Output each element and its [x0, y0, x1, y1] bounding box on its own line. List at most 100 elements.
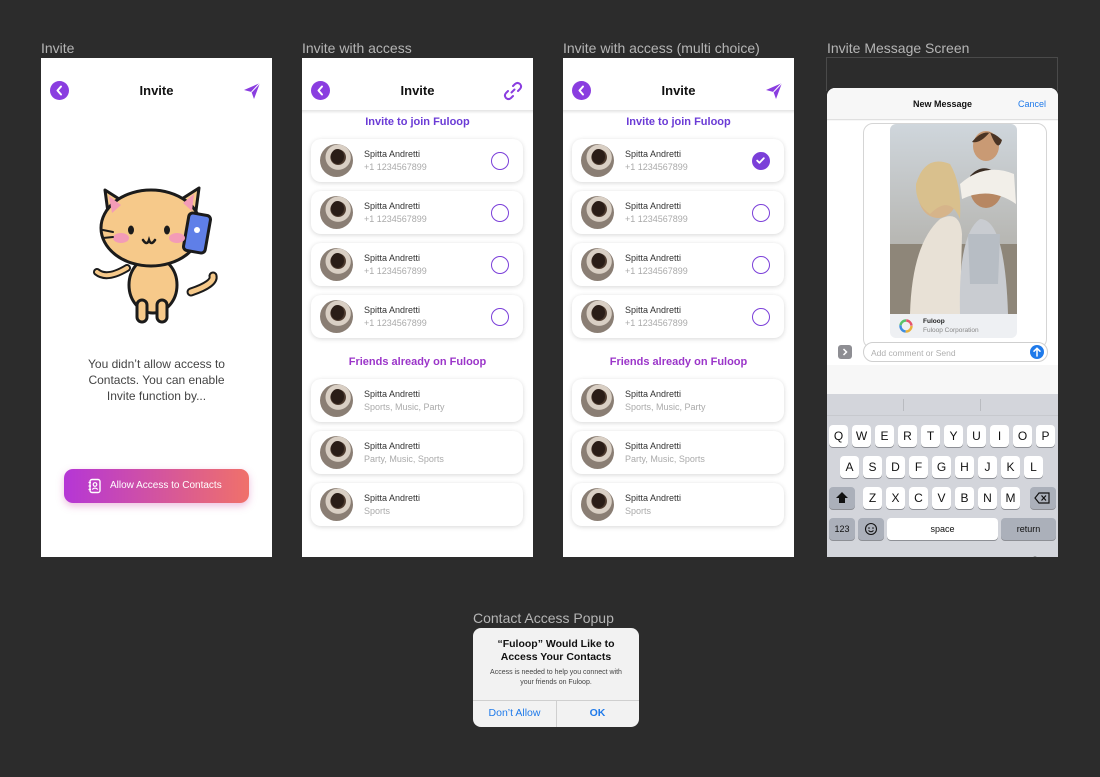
frame-label-invite: Invite [41, 40, 75, 56]
microphone-icon[interactable] [1028, 556, 1042, 557]
friend-card[interactable]: Spitta Andretti Sports [572, 483, 784, 526]
contact-name: Spitta Andretti [625, 149, 682, 159]
contact-card[interactable]: Spitta Andretti +1 1234567899 [572, 139, 784, 182]
friend-card[interactable]: Spitta Andretti Sports [311, 483, 523, 526]
comment-input-placeholder: Add comment or Send [871, 348, 956, 358]
globe-icon[interactable] [842, 556, 858, 557]
return-key[interactable]: return [1001, 518, 1056, 540]
key[interactable]: C [909, 487, 928, 509]
friend-name: Spitta Andretti [625, 441, 682, 451]
key[interactable]: R [898, 425, 917, 447]
key[interactable]: I [990, 425, 1009, 447]
friend-tags: Party, Music, Sports [364, 454, 444, 464]
key[interactable]: O [1013, 425, 1032, 447]
contact-card[interactable]: Spitta Andretti +1 1234567899 [311, 295, 523, 338]
friend-card[interactable]: Spitta Andretti Sports, Music, Party [572, 379, 784, 422]
key[interactable]: X [886, 487, 905, 509]
send-button[interactable] [242, 81, 262, 101]
key[interactable]: K [1001, 456, 1020, 478]
select-radio[interactable] [491, 204, 509, 222]
chevron-right-icon [842, 348, 848, 356]
select-radio[interactable] [752, 152, 770, 170]
dont-allow-button[interactable]: Don’t Allow [473, 700, 556, 727]
contact-phone: +1 1234567899 [364, 214, 427, 224]
key[interactable]: Q [829, 425, 848, 447]
no-access-message: You didn’t allow access to Contacts. You… [88, 357, 225, 403]
avatar [581, 248, 614, 281]
invite-access-screen: Invite Invite to join Fuloop Friends alr… [302, 58, 533, 557]
contact-name: Spitta Andretti [625, 253, 682, 263]
key[interactable]: N [978, 487, 997, 509]
link-subtitle: Fuloop Corporation [923, 327, 979, 334]
avatar [581, 144, 614, 177]
key[interactable]: G [932, 456, 951, 478]
key[interactable]: Z [863, 487, 882, 509]
key[interactable]: M [1001, 487, 1020, 509]
invite-multi-screen: Invite Invite to join Fuloop Friends alr… [563, 58, 794, 557]
comment-input[interactable]: Add comment or Send [863, 342, 1048, 362]
cancel-button[interactable]: Cancel [1018, 99, 1046, 109]
space-key[interactable]: space [887, 518, 998, 540]
key[interactable]: B [955, 487, 974, 509]
contact-access-popup: “Fuloop” Would Like to Access Your Conta… [473, 628, 639, 727]
select-radio[interactable] [491, 308, 509, 326]
key[interactable]: L [1024, 456, 1043, 478]
contact-card[interactable]: Spitta Andretti +1 1234567899 [572, 191, 784, 234]
friend-name: Spitta Andretti [364, 441, 421, 451]
contact-card[interactable]: Spitta Andretti +1 1234567899 [311, 191, 523, 234]
emoji-icon [864, 522, 878, 536]
contact-card[interactable]: Spitta Andretti +1 1234567899 [311, 243, 523, 286]
avatar [320, 488, 353, 521]
key[interactable]: F [909, 456, 928, 478]
cat-illustration [93, 186, 218, 324]
key[interactable]: J [978, 456, 997, 478]
select-radio[interactable] [752, 256, 770, 274]
send-button[interactable] [764, 81, 784, 101]
numbers-key[interactable]: 123 [829, 518, 855, 540]
paper-plane-icon [244, 82, 261, 99]
friend-card[interactable]: Spitta Andretti Party, Music, Sports [572, 431, 784, 474]
select-radio[interactable] [491, 152, 509, 170]
key[interactable]: S [863, 456, 882, 478]
select-radio[interactable] [752, 308, 770, 326]
allow-access-button[interactable]: Allow Access to Contacts [64, 469, 249, 503]
key[interactable]: H [955, 456, 974, 478]
send-message-button[interactable] [1030, 345, 1044, 359]
link-preview-footer: Fuloop Fuloop Corporation [890, 314, 1017, 338]
friend-card[interactable]: Spitta Andretti Sports, Music, Party [311, 379, 523, 422]
shift-key[interactable] [829, 487, 855, 509]
contact-name: Spitta Andretti [625, 305, 682, 315]
key[interactable]: E [875, 425, 894, 447]
contact-name: Spitta Andretti [364, 305, 421, 315]
friend-tags: Party, Music, Sports [625, 454, 705, 464]
key[interactable]: D [886, 456, 905, 478]
arrow-up-icon [1033, 347, 1041, 357]
delete-key[interactable] [1030, 487, 1056, 509]
contact-name: Spitta Andretti [625, 201, 682, 211]
key[interactable]: T [921, 425, 940, 447]
key[interactable]: U [967, 425, 986, 447]
contact-card[interactable]: Spitta Andretti +1 1234567899 [572, 243, 784, 286]
link-preview-card[interactable]: Fuloop Fuloop Corporation [890, 124, 1017, 338]
friend-card[interactable]: Spitta Andretti Party, Music, Sports [311, 431, 523, 474]
key[interactable]: Y [944, 425, 963, 447]
select-radio[interactable] [752, 204, 770, 222]
contact-card[interactable]: Spitta Andretti +1 1234567899 [572, 295, 784, 338]
apps-button[interactable] [838, 345, 852, 359]
avatar [581, 436, 614, 469]
key[interactable]: V [932, 487, 951, 509]
link-icon [503, 81, 523, 101]
invite-section-title: Invite to join Fuloop [626, 116, 731, 128]
avatar [581, 300, 614, 333]
ok-button[interactable]: OK [556, 700, 639, 727]
select-radio[interactable] [491, 256, 509, 274]
header: Invite [302, 58, 533, 110]
emoji-key[interactable] [858, 518, 884, 540]
key[interactable]: P [1036, 425, 1055, 447]
key[interactable]: A [840, 456, 859, 478]
key[interactable]: W [852, 425, 871, 447]
contact-card[interactable]: Spitta Andretti +1 1234567899 [311, 139, 523, 182]
contact-phone: +1 1234567899 [625, 214, 688, 224]
copy-link-button[interactable] [503, 81, 523, 101]
popup-message: Access is needed to help you connect wit… [490, 669, 622, 686]
